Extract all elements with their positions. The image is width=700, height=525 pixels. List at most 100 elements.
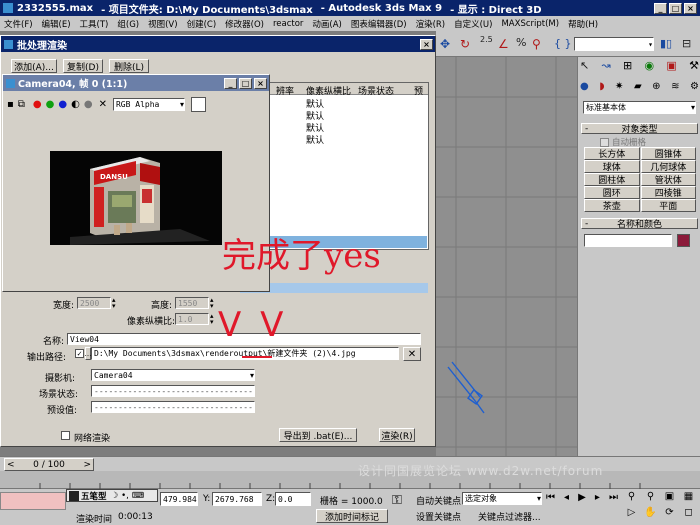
camera-dropdown[interactable]: Camera04 ▾ bbox=[91, 369, 255, 381]
create-tab-icon[interactable]: ↖ bbox=[580, 59, 589, 79]
named-selection-icon[interactable]: { } bbox=[554, 37, 572, 50]
menu-item[interactable]: 自定义(U) bbox=[454, 18, 492, 30]
systems-icon[interactable]: ⚙ bbox=[690, 81, 699, 97]
cameras-icon[interactable]: ▰ bbox=[634, 81, 642, 97]
menu-item[interactable]: 编辑(E) bbox=[42, 18, 71, 30]
height-field[interactable]: 1550 bbox=[175, 297, 209, 309]
alpha-channel-icon[interactable]: ◐ bbox=[71, 99, 80, 110]
spacewarps-icon[interactable]: ≋ bbox=[671, 81, 679, 97]
angle-snap-icon[interactable]: ∠ bbox=[498, 37, 509, 51]
pan-icon[interactable]: ✋ bbox=[641, 507, 660, 523]
shapes-icon[interactable]: ◗ bbox=[599, 81, 604, 97]
fov-icon[interactable]: ▷ bbox=[622, 507, 641, 523]
save-icon[interactable]: ▪ bbox=[7, 99, 14, 110]
modify-tab-icon[interactable]: ↝ bbox=[602, 59, 611, 79]
geometry-icon[interactable]: ● bbox=[580, 81, 589, 97]
goto-end-icon[interactable]: ⏭ bbox=[609, 492, 618, 506]
category-dropdown[interactable]: 标准基本体 ▾ bbox=[583, 101, 696, 114]
rollout-object-type[interactable]: - 对象类型 bbox=[581, 123, 698, 135]
z-coordinate-field[interactable]: 0.0 bbox=[275, 492, 311, 506]
color-swatch[interactable] bbox=[190, 96, 206, 112]
ime-keyboard-icon[interactable]: ⌨ bbox=[132, 491, 144, 501]
object-name-field[interactable] bbox=[584, 234, 672, 247]
green-channel-icon[interactable]: ● bbox=[46, 99, 55, 110]
batch-dialog-close-icon[interactable]: × bbox=[420, 38, 433, 50]
width-field[interactable]: 2500 bbox=[77, 297, 111, 309]
output-path-field[interactable]: D:\My Documents\3dsmax\renderoutput\新建文件… bbox=[91, 347, 399, 360]
clear-icon[interactable]: ✕ bbox=[99, 99, 107, 110]
aspect-spinner-icon[interactable]: ▴ ▾ bbox=[210, 313, 214, 326]
menu-item[interactable]: 文件(F) bbox=[4, 18, 33, 30]
camera-close-icon[interactable]: × bbox=[254, 77, 267, 89]
object-type-button[interactable]: 圆柱体 bbox=[584, 173, 640, 186]
object-type-button[interactable]: 茶壶 bbox=[584, 199, 640, 212]
scene-state-dropdown[interactable]: --------------------------------------▾ bbox=[91, 385, 255, 397]
menu-item[interactable]: 创建(C) bbox=[187, 18, 217, 30]
minimize-icon[interactable]: _ bbox=[654, 2, 667, 14]
snap-icon[interactable]: 2.5 bbox=[480, 35, 493, 44]
menu-item[interactable]: 图表编辑器(D) bbox=[351, 18, 407, 30]
table-row[interactable]: 默认 bbox=[306, 133, 324, 146]
viewport-perspective[interactable] bbox=[436, 57, 577, 456]
named-selection-dropdown[interactable]: ▾ bbox=[574, 37, 654, 51]
maximize-icon[interactable]: □ bbox=[669, 2, 682, 14]
zoom-extents-all-icon[interactable]: ▦ bbox=[679, 491, 698, 507]
display-tab-icon[interactable]: ▣ bbox=[666, 59, 676, 79]
width-spinner-icon[interactable]: ▴ ▾ bbox=[112, 297, 116, 310]
zoom-all-icon[interactable]: ⚲ bbox=[641, 491, 660, 507]
rollout-name-color[interactable]: - 名称和颜色 bbox=[581, 218, 698, 230]
menu-item[interactable]: MAXScript(M) bbox=[501, 19, 559, 29]
menu-item[interactable]: 帮助(H) bbox=[568, 18, 598, 30]
menu-item[interactable]: 组(G) bbox=[117, 18, 139, 30]
render-button[interactable]: 渲染(R) bbox=[379, 428, 415, 442]
net-render-checkbox[interactable] bbox=[61, 431, 70, 440]
object-type-button[interactable]: 四棱锥 bbox=[640, 186, 696, 199]
clone-icon[interactable]: ⧉ bbox=[18, 99, 25, 110]
camera-maximize-icon[interactable]: □ bbox=[239, 77, 252, 89]
delete-button[interactable]: 删除(L) bbox=[109, 59, 149, 73]
move-icon[interactable]: ✥ bbox=[440, 37, 456, 51]
ime-dot-icon[interactable]: •, bbox=[121, 491, 129, 501]
play-icon[interactable]: ▶ bbox=[578, 492, 586, 506]
red-channel-icon[interactable]: ● bbox=[33, 99, 42, 110]
menu-item[interactable]: 动画(A) bbox=[312, 18, 341, 30]
spinner-snap-icon[interactable]: ⚲ bbox=[532, 37, 541, 51]
align-icon[interactable]: ⊟ bbox=[682, 37, 691, 50]
percent-snap-icon[interactable]: % bbox=[516, 36, 526, 49]
next-frame-icon[interactable]: ▸ bbox=[595, 492, 600, 506]
menu-item[interactable]: 工具(T) bbox=[80, 18, 109, 30]
menu-item[interactable]: 渲染(R) bbox=[416, 18, 446, 30]
mirror-icon[interactable]: ▮▯ bbox=[660, 37, 672, 50]
zoom-icon[interactable]: ⚲ bbox=[622, 491, 641, 507]
object-type-button[interactable]: 几何球体 bbox=[640, 160, 696, 173]
menu-item[interactable]: 视图(V) bbox=[148, 18, 177, 30]
blue-channel-icon[interactable]: ● bbox=[58, 99, 67, 110]
prev-frame-icon[interactable]: ◂ bbox=[564, 492, 569, 506]
object-type-button[interactable]: 圆锥体 bbox=[640, 147, 696, 160]
utilities-tab-icon[interactable]: ⚒ bbox=[689, 59, 699, 79]
mono-icon[interactable]: ● bbox=[84, 99, 93, 110]
add-button[interactable]: 添加(A)... bbox=[11, 59, 57, 73]
object-type-button[interactable]: 平面 bbox=[640, 199, 696, 212]
maximize-viewport-icon[interactable]: ◻ bbox=[679, 507, 698, 523]
time-slider[interactable]: <0 / 100 > bbox=[4, 458, 94, 471]
x-coordinate-field[interactable]: 479.984 bbox=[160, 492, 198, 506]
object-type-button[interactable]: 圆环 bbox=[584, 186, 640, 199]
aspect-field[interactable]: 1.0 bbox=[175, 313, 209, 325]
ime-moon-icon[interactable]: ☽ bbox=[111, 491, 119, 501]
export-bat-button[interactable]: 导出到 .bat(E)... bbox=[279, 428, 357, 442]
height-spinner-icon[interactable]: ▴ ▾ bbox=[210, 297, 214, 310]
key-icon[interactable]: ⚿ bbox=[392, 493, 402, 508]
output-checkbox[interactable]: ✓ bbox=[75, 349, 84, 358]
orbit-icon[interactable]: ⟳ bbox=[660, 507, 679, 523]
menu-item[interactable]: reactor bbox=[273, 19, 303, 29]
object-type-button[interactable]: 球体 bbox=[584, 160, 640, 173]
autogrid-checkbox[interactable] bbox=[600, 137, 609, 147]
object-type-button[interactable]: 长方体 bbox=[584, 147, 640, 160]
object-type-button[interactable]: 管状体 bbox=[640, 173, 696, 186]
motion-tab-icon[interactable]: ◉ bbox=[645, 59, 655, 79]
rotate-icon[interactable]: ↻ bbox=[460, 37, 476, 51]
menu-item[interactable]: 修改器(O) bbox=[225, 18, 264, 30]
add-time-tag-button[interactable]: 添加时间标记 bbox=[316, 509, 388, 523]
clear-output-button[interactable]: ✕ bbox=[403, 347, 421, 361]
